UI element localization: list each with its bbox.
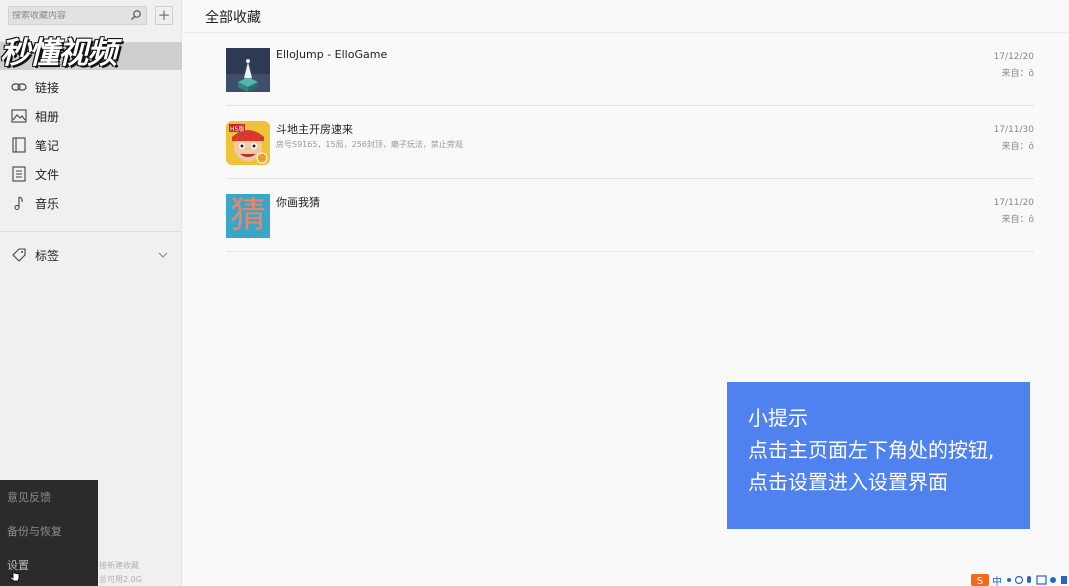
- sidebar-item-tags[interactable]: 标签: [0, 241, 182, 269]
- item-date: 17/11/30: [993, 125, 1034, 135]
- item-date: 17/12/20: [993, 52, 1034, 62]
- search-box[interactable]: [8, 6, 147, 25]
- sidebar-item-label: 音乐: [35, 196, 60, 211]
- sidebar-item-album[interactable]: 相册: [0, 102, 182, 130]
- tag-icon: [12, 248, 26, 262]
- list-item[interactable]: ElloJump - ElloGame 17/12/20 来自：ô: [226, 33, 1034, 106]
- item-source: 来自：ô: [1001, 69, 1034, 79]
- note-icon: [12, 137, 26, 153]
- item-subtitle: 房号S9165，15局，256封顶，癞子玩法，禁止旁观: [276, 140, 463, 149]
- sidebar-item-label: 文件: [35, 167, 60, 182]
- sidebar-item-link[interactable]: 链接: [0, 73, 182, 101]
- sidebar-item-label: 相册: [35, 109, 60, 124]
- menu-item-backup-restore[interactable]: 备份与恢复: [0, 514, 98, 548]
- item-title: ElloJump - ElloGame: [276, 48, 388, 61]
- link-icon: [11, 83, 27, 91]
- ime-mode-label[interactable]: 中: [992, 573, 1002, 586]
- sidebar-item-label: 笔记: [35, 138, 60, 153]
- sidebar-item-music[interactable]: 音乐: [0, 189, 182, 217]
- sidebar-item-label: 标签: [35, 248, 60, 263]
- tip-box: 小提示 点击主页面左下角处的按钮, 点击设置进入设置界面: [727, 382, 1030, 529]
- item-source: 来自：ô: [1001, 215, 1034, 225]
- sogou-icon[interactable]: S: [971, 574, 989, 586]
- sidebar: + 秒懂视频 链接 相册 笔记 文件: [0, 0, 182, 586]
- page-title: 全部收藏: [205, 10, 261, 26]
- file-icon: [12, 166, 26, 182]
- mouse-cursor-icon: [10, 568, 20, 582]
- ime-tray: S 中: [971, 574, 1069, 586]
- item-thumbnail: [226, 48, 270, 92]
- svg-text:S: S: [977, 576, 983, 586]
- sidebar-item-label: 链接: [35, 80, 60, 95]
- sidebar-item-notes[interactable]: 笔记: [0, 131, 182, 159]
- item-title: 你画我猜: [276, 196, 320, 209]
- footer-hint: 接新建收藏: [99, 561, 139, 570]
- tip-line: 点击设置进入设置界面: [748, 470, 948, 494]
- sidebar-item-files[interactable]: 文件: [0, 160, 182, 188]
- item-source: 来自：ô: [1001, 142, 1034, 152]
- menu-item-feedback[interactable]: 意见反馈: [0, 480, 98, 514]
- watermark-logo: 秒懂视频: [0, 36, 117, 71]
- item-date: 17/11/20: [993, 198, 1034, 208]
- list-item[interactable]: H5版 斗地主开房速来 房号S9165，15局，256封顶，癞子玩法，禁止旁观 …: [226, 106, 1034, 179]
- thumb-char: 猜: [229, 195, 266, 236]
- footer-storage: 总可用2.0G: [99, 575, 142, 584]
- ime-toolbar-icons[interactable]: [1005, 575, 1069, 585]
- item-title: 斗地主开房速来: [276, 123, 353, 136]
- list-item[interactable]: 猜 你画我猜 17/11/20 来自：ô: [226, 179, 1034, 252]
- image-icon: [11, 109, 27, 123]
- item-thumbnail: H5版: [226, 121, 270, 165]
- tip-title: 小提示: [748, 406, 808, 430]
- search-input[interactable]: [9, 10, 127, 21]
- search-icon[interactable]: [130, 9, 142, 21]
- sidebar-divider: [0, 231, 182, 232]
- item-thumbnail: 猜: [226, 194, 270, 238]
- chevron-down-icon[interactable]: [158, 250, 168, 260]
- music-icon: [14, 196, 23, 211]
- game-icon: [226, 48, 270, 92]
- thumb-badge: H5版: [230, 126, 245, 133]
- add-button[interactable]: +: [155, 6, 173, 25]
- tip-line: 点击主页面左下角处的按钮,: [748, 438, 995, 462]
